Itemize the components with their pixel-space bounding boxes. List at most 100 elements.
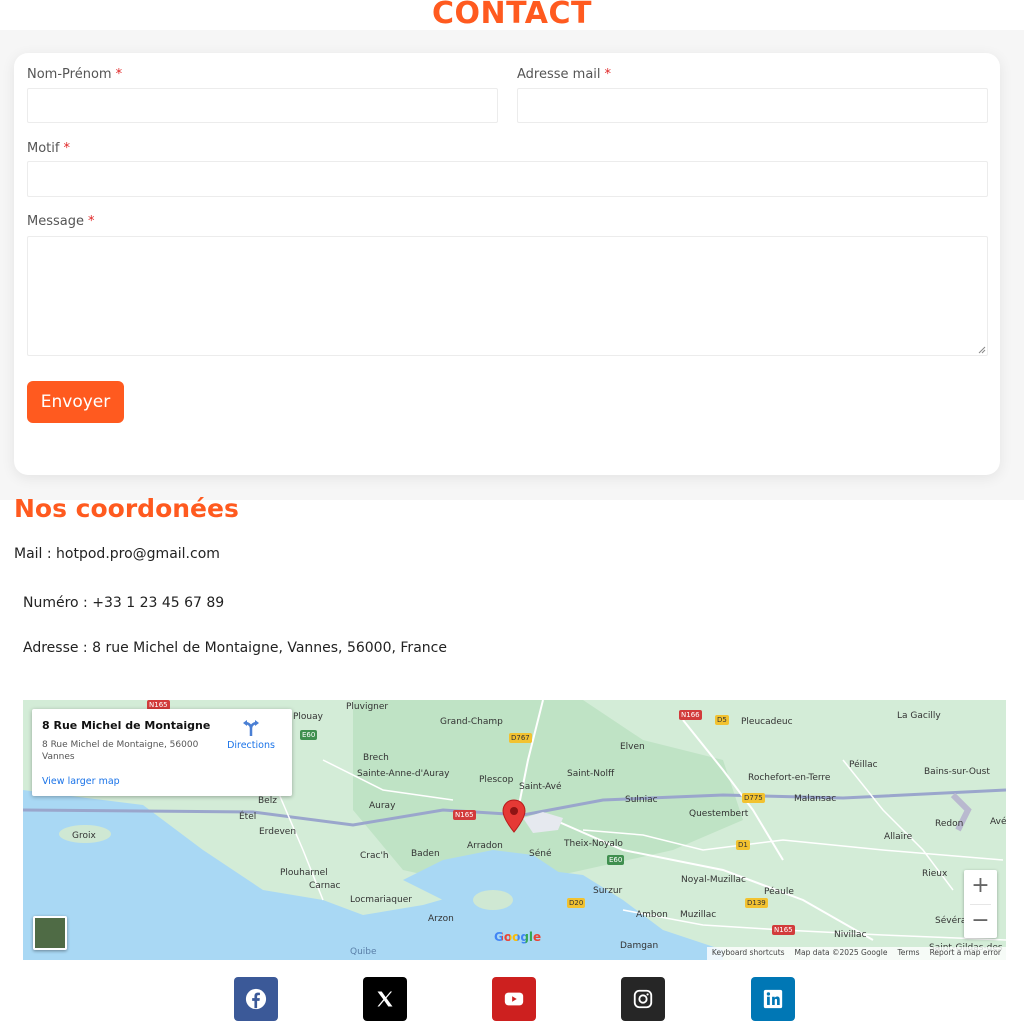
resize-grip-icon[interactable]: [978, 346, 986, 354]
map-info-title: 8 Rue Michel de Montaigne: [42, 719, 211, 732]
required-mark: *: [115, 67, 123, 82]
map-place: Étel: [239, 812, 257, 822]
x-link[interactable]: [363, 977, 407, 1021]
map-place: Auray: [369, 801, 396, 811]
road-label: N165: [772, 925, 795, 935]
map-place: Theix-Noyalo: [564, 839, 623, 849]
linkedin-icon: [763, 989, 783, 1009]
directions-button[interactable]: Directions: [220, 719, 282, 751]
map-data-text: Map data ©2025 Google: [794, 948, 888, 957]
map-place: Pleucadeuc: [741, 717, 793, 727]
message-label-text: Message: [27, 214, 84, 229]
instagram-link[interactable]: [621, 977, 665, 1021]
map-place: Quibe: [350, 947, 377, 957]
facebook-icon: [245, 988, 267, 1010]
map-place: Muzillac: [680, 910, 717, 920]
email-label: Adresse mail *: [517, 67, 611, 82]
map-place: Arradon: [467, 841, 503, 851]
map-pin-icon[interactable]: [502, 799, 526, 833]
address-text: Adresse : 8 rue Michel de Montaigne, Van…: [23, 640, 447, 656]
map-place: Belz: [258, 796, 277, 806]
name-input[interactable]: [27, 88, 498, 123]
message-label: Message *: [27, 214, 94, 229]
map-place: Plouharnel: [280, 868, 328, 878]
directions-label: Directions: [227, 740, 275, 751]
map-place: Crac'h: [360, 851, 389, 861]
required-mark: *: [604, 67, 612, 82]
road-label: D20: [567, 898, 586, 908]
road-label: N166: [679, 710, 702, 720]
map-place: Baden: [411, 849, 440, 859]
map-place: Nivillac: [834, 930, 867, 940]
youtube-link[interactable]: [492, 977, 536, 1021]
terms-link[interactable]: Terms: [897, 948, 919, 959]
view-larger-map-link[interactable]: View larger map: [42, 776, 120, 787]
map-place: Damgan: [620, 941, 659, 951]
road-label: D139: [745, 898, 768, 908]
name-label: Nom-Prénom *: [27, 67, 122, 82]
map-place: Plouay: [293, 712, 323, 722]
map-place: Surzur: [593, 886, 623, 896]
map-place: Brech: [363, 753, 389, 763]
map-place: Questembert: [689, 809, 749, 819]
road-label: D767: [509, 733, 532, 743]
map-place: Rieux: [922, 869, 948, 879]
map-place: Péaule: [764, 887, 794, 897]
subject-input[interactable]: [27, 161, 988, 197]
x-icon: [377, 991, 393, 1007]
map-place: Sulniac: [625, 795, 658, 805]
name-label-text: Nom-Prénom: [27, 67, 112, 82]
satellite-toggle[interactable]: [33, 916, 67, 950]
submit-button[interactable]: Envoyer: [27, 381, 124, 423]
contact-form: Nom-Prénom * Adresse mail * Motif * Message…: [14, 53, 1000, 475]
map-place: Saint-Avé: [519, 782, 562, 792]
google-logo-text: Google: [494, 930, 542, 944]
road-label: D775: [742, 793, 765, 803]
report-error-link[interactable]: Report a map error: [930, 948, 1001, 959]
instagram-icon: [633, 989, 653, 1009]
map-place: Arzon: [428, 914, 454, 924]
map-info-card: 8 Rue Michel de Montaigne 8 Rue Michel d…: [32, 709, 292, 796]
zoom-out-button[interactable]: −: [964, 905, 997, 939]
map-place: Redon: [935, 819, 964, 829]
linkedin-link[interactable]: [751, 977, 795, 1021]
road-label: D5: [715, 715, 729, 725]
map-place: Saint-Nolff: [567, 769, 615, 779]
google-map[interactable]: Pluvigner Grand-Champ Elven Pleucadeuc L…: [23, 700, 1006, 960]
keyboard-shortcuts-link[interactable]: Keyboard shortcuts: [712, 948, 785, 959]
facebook-link[interactable]: [234, 977, 278, 1021]
zoom-controls: + −: [964, 870, 997, 938]
road-label: E60: [607, 855, 625, 865]
map-place: Séné: [529, 849, 552, 859]
subject-label: Motif *: [27, 141, 70, 156]
required-mark: *: [87, 214, 95, 229]
email-input[interactable]: [517, 88, 988, 123]
youtube-icon: [504, 992, 524, 1006]
map-place: Noyal-Muzillac: [681, 875, 746, 885]
directions-icon: [243, 720, 259, 736]
required-mark: *: [63, 141, 70, 156]
map-place: Groix: [72, 831, 96, 841]
coordinates-heading: Nos coordonées: [14, 494, 239, 523]
road-label: E60: [300, 730, 318, 740]
map-place: Allaire: [884, 832, 913, 842]
map-place: Pluvigner: [346, 702, 389, 712]
message-textarea[interactable]: [27, 236, 988, 356]
map-place: Avé: [990, 817, 1006, 827]
mail-text: Mail : hotpod.pro@gmail.com: [14, 546, 220, 562]
map-info-address: 8 Rue Michel de Montaigne, 56000 Vannes: [42, 740, 199, 762]
map-place: Plescop: [479, 775, 514, 785]
map-place: Ambon: [636, 910, 668, 920]
email-label-text: Adresse mail: [517, 67, 601, 82]
map-place: Bains-sur-Oust: [924, 767, 990, 777]
google-logo: Google: [494, 930, 541, 944]
map-place: Locmariaquer: [350, 895, 412, 905]
map-place: Rochefort-en-Terre: [748, 773, 831, 783]
map-place: Sévéra: [935, 916, 967, 926]
phone-text: Numéro : +33 1 23 45 67 89: [23, 595, 225, 611]
map-place: Erdeven: [259, 827, 297, 837]
zoom-in-button[interactable]: +: [964, 870, 997, 904]
map-place: Grand-Champ: [440, 717, 503, 727]
map-place: Carnac: [309, 881, 341, 891]
map-place: Péillac: [849, 760, 878, 770]
